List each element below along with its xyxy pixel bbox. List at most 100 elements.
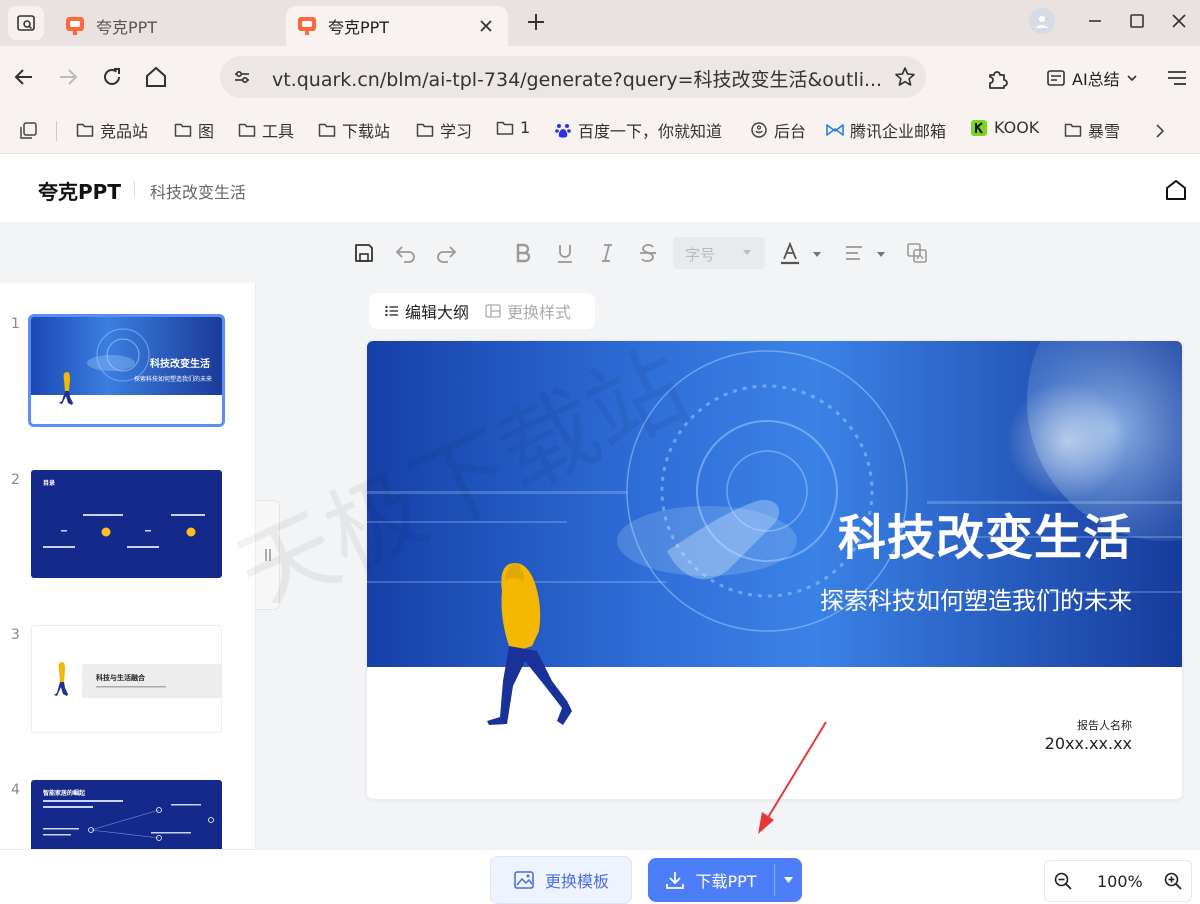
slide-thumbnail-2[interactable]: 目录 [31,470,222,578]
ai-summary-label: AI总结 [1072,70,1120,89]
change-template-button[interactable]: 更换模板 [490,856,632,904]
slide-thumbnail-1[interactable]: 科技改变生活 探索科技如何塑造我们的未来 [28,314,225,427]
folder-icon [318,123,336,137]
forward-icon[interactable] [56,65,80,89]
folder-icon [238,123,256,137]
font-size-select[interactable]: 字号 [673,237,765,269]
replace-image-icon[interactable] [906,242,928,264]
address-bar[interactable]: vt.quark.cn/blm/ai-tpl-734/generate?quer… [220,56,926,98]
thumbnail-4-art [43,800,214,841]
tab-search-icon [17,15,35,31]
new-tab-icon[interactable] [524,10,548,34]
font-size-placeholder: 字号 [685,246,716,264]
close-window-icon[interactable] [1168,10,1190,32]
browser-tab-1[interactable]: 夸克PPT [54,6,280,46]
bookmark-jingpinzhan[interactable]: 竞品站 [76,118,148,142]
slide-thumbnail-panel[interactable]: 1 科技改变生活 探索科技如何塑造我们的未来 2 目录 3 科技与生活融合 4 … [0,283,256,849]
bookmarks-bar: 竞品站 图 工具 下载站 学习 1 百度一下，你就知道 后台 腾讯企业邮箱 KO… [0,108,1200,154]
bookmark-houtai[interactable]: 后台 [750,118,806,142]
reporter-label[interactable]: 报告人名称 [1077,717,1132,733]
folder-icon [416,123,434,137]
ai-summary-button[interactable]: AI总结 [1046,66,1138,90]
thumbnail-3-heading: 科技与生活融合 [96,674,145,682]
backend-icon [751,122,767,138]
maximize-icon[interactable] [1126,10,1148,32]
folder-icon [76,123,94,137]
drag-handle-icon [264,549,271,561]
bookmark-gongju[interactable]: 工具 [238,118,294,142]
undo-icon[interactable] [394,242,418,264]
thumbnail-1-subtitle: 探索科技如何塑造我们的未来 [133,376,212,383]
bookmark-star-icon[interactable] [894,66,916,88]
app-title: 夸克PPT [38,180,121,204]
chevron-down-icon[interactable] [813,252,821,258]
home-icon[interactable] [1164,178,1188,202]
slide-title[interactable]: 科技改变生活 [838,498,1132,568]
reload-icon[interactable] [100,65,124,89]
layout-icon [485,304,501,318]
thumbnail-number: 4 [11,782,20,798]
chevron-down-icon[interactable] [877,252,885,258]
chevron-down-icon [743,250,751,255]
bookmark-kook[interactable]: KOOK [970,118,1039,137]
browser-tab-bar: 夸克PPT 夸克PPT [0,0,1200,46]
collapse-panel-handle[interactable] [256,500,280,610]
bookmark-baidu[interactable]: 百度一下，你就知道 [554,118,722,142]
underline-icon[interactable] [554,242,576,264]
format-toolbar: 字号 [0,223,1200,283]
slide-canvas[interactable]: 科技改变生活 探索科技如何塑造我们的未来 报告人名称 20xx.xx.xx [367,341,1182,799]
slide-subtitle[interactable]: 探索科技如何塑造我们的未来 [820,581,1132,616]
home-icon[interactable] [144,65,168,89]
align-icon[interactable] [843,242,865,264]
tab-groups-icon[interactable] [18,121,38,141]
folder-icon [496,121,514,135]
slide-thumbnail-4[interactable]: 智能家居的崛起 [31,780,222,849]
url-text[interactable]: vt.quark.cn/blm/ai-tpl-734/generate?quer… [272,65,886,92]
chevron-down-icon [1127,75,1137,82]
profile-avatar[interactable] [1029,8,1055,34]
user-icon [1036,16,1048,28]
redo-icon[interactable] [434,242,458,264]
bold-icon[interactable] [512,242,534,264]
download-ppt-button[interactable]: 下载PPT [648,858,802,902]
bookmark-1[interactable]: 1 [496,118,530,137]
bookmark-xuexi[interactable]: 学习 [416,118,472,142]
browser-tab-2-active[interactable]: 夸克PPT [286,6,508,46]
tab-edit-outline[interactable]: 编辑大纲 [385,299,469,323]
zoom-out-icon[interactable] [1053,871,1073,891]
close-tab-icon[interactable] [478,18,494,34]
extensions-icon[interactable] [985,66,1011,92]
tab-change-style[interactable]: 更换样式 [485,299,571,323]
kook-icon [971,119,987,136]
template-image-icon [514,871,534,889]
bookmark-baoxue[interactable]: 暴雪 [1064,118,1120,142]
tab-search-button[interactable] [8,6,44,40]
bookmark-tencent-mail[interactable]: 腾讯企业邮箱 [826,118,946,142]
download-ppt-main[interactable]: 下载PPT [648,858,774,902]
site-settings-icon[interactable] [232,67,252,87]
bookmark-tu[interactable]: 图 [174,118,214,142]
save-icon[interactable] [353,242,375,264]
thumbnail-number: 3 [11,627,20,643]
menu-icon[interactable] [1166,68,1188,88]
bookmark-xiazaizhan[interactable]: 下载站 [318,118,390,142]
thumbnail-1-art [31,317,222,424]
strikethrough-icon[interactable] [637,242,659,264]
download-icon [666,872,685,889]
chevron-right-icon[interactable] [1152,123,1168,139]
editor-mode-tabs: 编辑大纲 更换样式 [369,293,595,329]
slide-thumbnail-3[interactable]: 科技与生活融合 [31,625,222,733]
thumbnail-1-title: 科技改变生活 [150,359,210,370]
download-options-dropdown[interactable] [775,858,802,902]
zoom-in-icon[interactable] [1163,871,1183,891]
font-color-icon[interactable] [779,242,801,266]
slide-date[interactable]: 20xx.xx.xx [1045,734,1132,753]
document-name[interactable]: 科技改变生活 [150,179,246,203]
back-icon[interactable] [12,65,36,89]
italic-icon[interactable] [596,242,618,264]
minimize-icon[interactable] [1084,10,1106,32]
folder-icon [174,123,192,137]
tencent-mail-icon [826,124,844,136]
zoom-control: 100% [1044,860,1192,902]
chevron-down-icon [784,877,793,883]
